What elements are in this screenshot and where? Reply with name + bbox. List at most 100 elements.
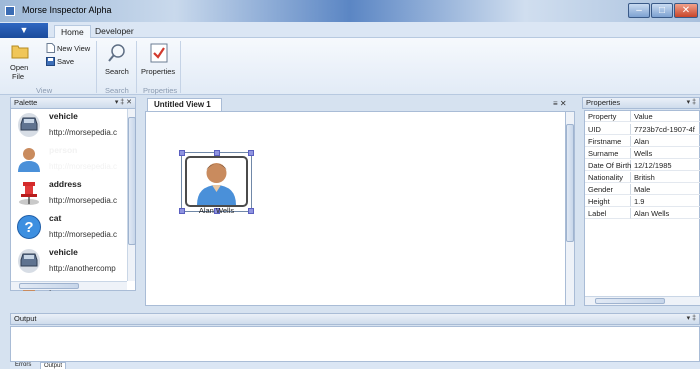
new-view-button[interactable]: New View — [46, 43, 92, 54]
vehicle-icon — [18, 113, 40, 137]
palette-item-name: vehicle — [49, 247, 78, 257]
maximize-button[interactable]: □ — [651, 3, 673, 18]
scrollbar-thumb[interactable] — [566, 124, 574, 242]
canvas-vertical-scrollbar[interactable] — [565, 111, 575, 306]
palette-item[interactable]: address http://morsepedia.c — [11, 177, 129, 211]
properties-group-label: Properties — [143, 86, 178, 95]
tab-output[interactable]: Output — [40, 362, 67, 369]
new-document-icon — [46, 43, 55, 53]
property-row[interactable]: Nationality British — [585, 172, 700, 183]
palette-item[interactable]: ? cat http://morsepedia.c — [11, 211, 129, 245]
palette-item[interactable]: person http://morsepedia.c — [11, 143, 129, 177]
output-title: Output — [14, 314, 37, 323]
person-icon — [18, 148, 40, 172]
output-header: Output ▾ ‡ — [10, 313, 700, 325]
search-group-label: Search — [105, 86, 129, 95]
palette-item-url: http://morsepedia.c — [49, 162, 118, 171]
palette-item[interactable]: vehicle http://morsepedia.c — [11, 109, 129, 143]
scrollbar-thumb[interactable] — [19, 283, 79, 289]
pane-controls[interactable]: ▾ ‡ — [687, 314, 696, 324]
property-key: Gender — [585, 184, 631, 195]
property-row[interactable]: Gender Male — [585, 184, 700, 195]
property-row[interactable]: Label Alan Wells — [585, 208, 700, 219]
question-icon: ? — [17, 215, 41, 239]
pane-controls[interactable]: ▾ ‡ — [687, 98, 696, 108]
save-button[interactable]: Save — [46, 56, 76, 67]
properties-button[interactable]: Properties — [140, 42, 178, 84]
save-icon — [46, 57, 55, 66]
palette-title: Palette — [14, 98, 38, 107]
pushpin-icon — [19, 182, 39, 205]
palette-horizontal-scrollbar[interactable] — [11, 281, 127, 290]
svg-text:?: ? — [24, 219, 33, 236]
tab-home[interactable]: Home — [54, 25, 91, 38]
palette-item-url: http://morsepedia.c — [49, 128, 118, 137]
window-title: Morse Inspector Alpha — [22, 5, 112, 15]
property-key: Firstname — [585, 136, 631, 147]
save-label: Save — [57, 57, 75, 66]
group-separator — [180, 41, 181, 93]
document-tab[interactable]: Untitled View 1 — [147, 98, 222, 111]
tab-errors[interactable]: Errors — [12, 362, 34, 369]
property-value[interactable]: 12/12/1985 — [631, 160, 700, 171]
application-menu-button[interactable]: ▼ — [0, 23, 48, 38]
open-file-label-line1: Open — [10, 63, 29, 72]
search-icon — [108, 44, 125, 62]
property-row[interactable]: Height 1.9 — [585, 196, 700, 207]
open-file-button[interactable]: Open File — [8, 42, 32, 84]
property-key: Date Of Birth — [585, 160, 631, 171]
property-row[interactable]: Firstname Alan — [585, 136, 700, 147]
palette-item[interactable]: vehicle http://anothercomp — [11, 245, 129, 279]
palette-item-url: http://morsepedia.c — [49, 230, 118, 239]
search-button-label: Search — [105, 67, 129, 76]
folder-icon — [11, 45, 29, 59]
person-node[interactable] — [185, 156, 248, 207]
vehicle-icon — [18, 249, 40, 273]
search-button[interactable]: Search — [102, 42, 132, 84]
group-separator — [96, 41, 97, 93]
scrollbar-thumb[interactable] — [595, 298, 665, 304]
property-row[interactable]: Surname Wells — [585, 148, 700, 159]
property-value[interactable]: 1.9 — [631, 196, 700, 207]
pane-controls[interactable]: ▾ ‡ ✕ — [115, 98, 132, 108]
column-header-value: Value — [631, 111, 700, 122]
property-key: Label — [585, 208, 631, 219]
property-value[interactable]: Alan — [631, 136, 700, 147]
property-value[interactable]: Wells — [631, 148, 700, 159]
property-key: Height — [585, 196, 631, 207]
palette-item-url: http://morsepedia.c — [49, 196, 118, 205]
palette-item-url: http://anothercomp — [49, 264, 116, 273]
palette-item-name: vehicle — [49, 111, 78, 121]
person-avatar-icon — [197, 163, 236, 205]
property-key: Surname — [585, 148, 631, 159]
palette-list: vehicle http://morsepedia.c person http:… — [10, 108, 136, 291]
property-value[interactable]: Alan Wells — [631, 208, 700, 219]
close-button[interactable]: ✕ — [674, 3, 698, 18]
view-group-label: View — [36, 86, 53, 95]
palette-vertical-scrollbar[interactable] — [127, 109, 136, 281]
group-separator — [136, 41, 137, 93]
resize-handle[interactable] — [248, 150, 254, 156]
document-tab-controls[interactable]: ≡ ✕ — [553, 99, 567, 108]
properties-button-label: Properties — [141, 67, 176, 76]
property-value[interactable]: Male — [631, 184, 700, 195]
property-value[interactable]: 7723b7cd-1907-4f — [631, 124, 700, 135]
properties-header: Properties ▾ ‡ — [582, 97, 700, 109]
properties-title: Properties — [586, 98, 621, 107]
output-panel[interactable] — [10, 326, 700, 362]
property-key: UID — [585, 124, 631, 135]
palette-item-name: address — [49, 179, 82, 189]
palette-item-name: cat — [49, 213, 62, 223]
resize-handle[interactable] — [179, 150, 185, 156]
property-row[interactable]: Date Of Birth 12/12/1985 — [585, 160, 700, 171]
property-value[interactable]: British — [631, 172, 700, 183]
bottom-tab-strip — [10, 362, 700, 369]
minimize-button[interactable]: – — [628, 3, 650, 18]
property-row[interactable]: UID 7723b7cd-1907-4f — [585, 124, 700, 135]
properties-horizontal-scrollbar[interactable] — [585, 296, 700, 305]
app-icon[interactable] — [5, 6, 15, 16]
scrollbar-thumb[interactable] — [128, 117, 136, 245]
column-header-property: Property — [585, 111, 631, 122]
tab-developer[interactable]: Developer — [89, 25, 140, 38]
checklist-icon — [150, 43, 168, 63]
